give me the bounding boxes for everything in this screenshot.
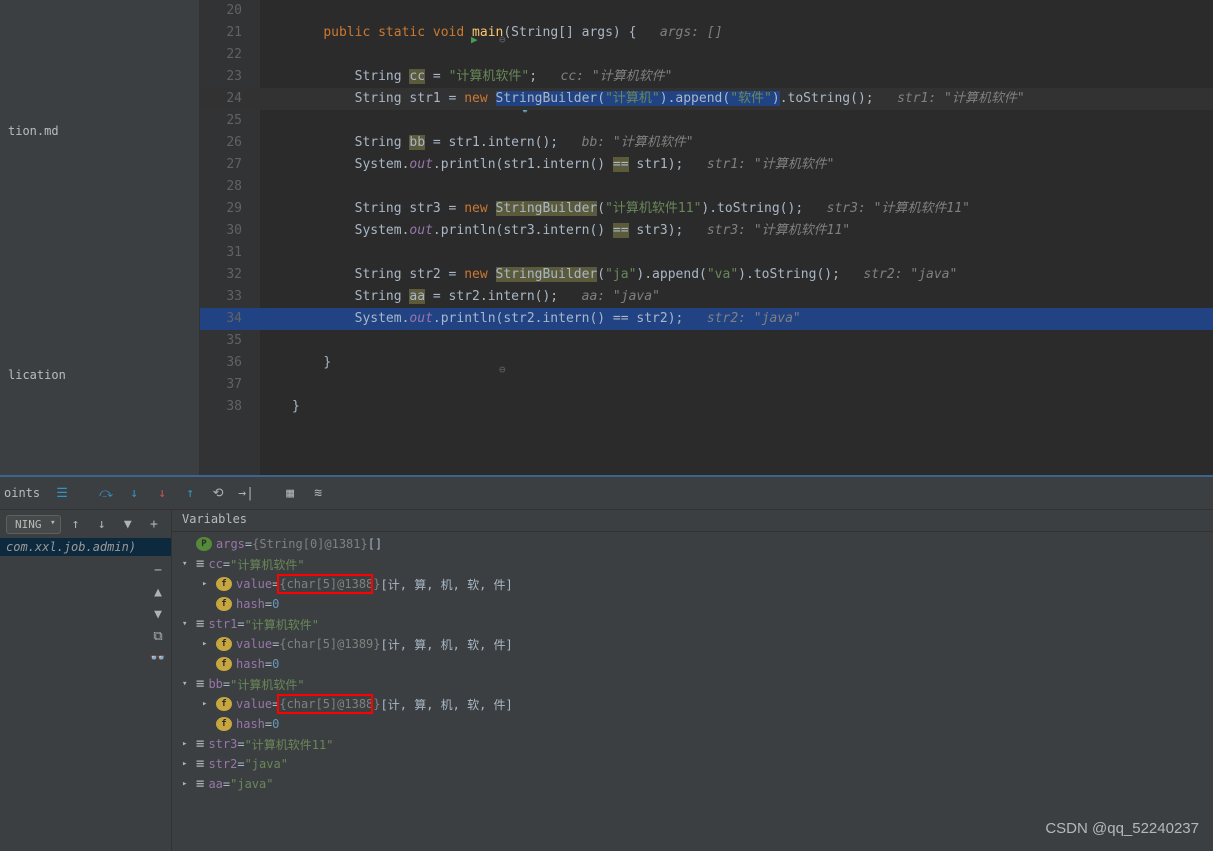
line-number[interactable]: 36 (200, 352, 260, 374)
field-icon: f (216, 597, 232, 611)
code-line[interactable] (260, 176, 1213, 198)
trace-icon[interactable]: ≋ (306, 481, 330, 505)
run-to-cursor-icon[interactable]: →| (234, 481, 258, 505)
code-line[interactable] (260, 0, 1213, 22)
force-step-into-icon[interactable]: ↓ (150, 481, 174, 505)
code-line[interactable] (260, 374, 1213, 396)
line-number[interactable]: 38 (200, 396, 260, 418)
sidebar-file-2[interactable]: lication (4, 366, 195, 384)
minus-icon[interactable]: − (148, 560, 168, 580)
debug-toolbar: oints ☰ ⤼ ↓ ↓ ↑ ⟲ →| ▦ ≋ (0, 477, 1213, 510)
code-line[interactable] (260, 44, 1213, 66)
watermark: CSDN @qq_52240237 (1045, 820, 1199, 837)
variable-row[interactable]: ▸fvalue = {char[5]@1388} [计, 算, 机, 软, 件] (172, 694, 1213, 714)
copy-icon[interactable]: ⧉ (148, 626, 168, 646)
layout-icon[interactable]: ☰ (50, 481, 74, 505)
line-number[interactable]: 24 (200, 88, 260, 110)
variable-row[interactable]: ▾≡str1 = "计算机软件" (172, 614, 1213, 634)
line-number[interactable]: 22 (200, 44, 260, 66)
line-gutter[interactable]: 20212223242526272829303132333435363738 (200, 0, 260, 475)
stack-frame[interactable]: com.xxl.job.admin) (0, 538, 171, 556)
evaluate-icon[interactable]: ▦ (278, 481, 302, 505)
equals-icon: ≡ (196, 676, 204, 692)
code-line[interactable]: System.out.println(str3.intern() == str3… (260, 220, 1213, 242)
equals-icon: ≡ (196, 736, 204, 752)
line-number[interactable]: 34 (200, 308, 260, 330)
line-number[interactable]: 31 (200, 242, 260, 264)
code-line[interactable]: } (260, 396, 1213, 418)
variable-row[interactable]: fhash = 0 (172, 714, 1213, 734)
line-number[interactable]: 32 (200, 264, 260, 286)
line-number[interactable]: 25 (200, 110, 260, 132)
field-icon: f (216, 717, 232, 731)
code-editor[interactable]: public static void main(String[] args) {… (260, 0, 1213, 475)
equals-icon: ≡ (196, 756, 204, 772)
step-out-icon[interactable]: ↑ (178, 481, 202, 505)
variable-row[interactable]: fhash = 0 (172, 654, 1213, 674)
variable-row[interactable]: ▸≡str2 = "java" (172, 754, 1213, 774)
line-number[interactable]: 29 (200, 198, 260, 220)
field-icon: f (216, 577, 232, 591)
frames-panel: NING ↑ ↓ ▼ + com.xxl.job.admin) − ▲ ▼ ⧉ … (0, 510, 172, 851)
field-icon: f (216, 657, 232, 671)
field-icon: f (216, 697, 232, 711)
variable-row[interactable]: ▾≡bb = "计算机软件" (172, 674, 1213, 694)
code-line[interactable]: String aa = str2.intern(); aa: "java" (260, 286, 1213, 308)
down-icon[interactable]: ▼ (148, 604, 168, 624)
line-number[interactable]: 33 (200, 286, 260, 308)
next-frame-icon[interactable]: ↓ (91, 512, 113, 536)
line-number[interactable]: 27 (200, 154, 260, 176)
variables-header: Variables (172, 510, 1213, 532)
sidebar-file-1[interactable]: tion.md (4, 122, 195, 140)
field-icon: f (216, 637, 232, 651)
filter-icon[interactable]: ▼ (117, 512, 139, 536)
glasses-icon[interactable]: 👓 (148, 648, 168, 668)
line-number[interactable]: 28 (200, 176, 260, 198)
step-into-icon[interactable]: ↓ (122, 481, 146, 505)
variable-row[interactable]: ▸fvalue = {char[5]@1389} [计, 算, 机, 软, 件] (172, 634, 1213, 654)
code-line[interactable]: String bb = str1.intern(); bb: "计算机软件" (260, 132, 1213, 154)
param-icon: P (196, 537, 212, 551)
equals-icon: ≡ (196, 556, 204, 572)
line-number[interactable]: 35 (200, 330, 260, 352)
debug-tab-label[interactable]: oints (4, 486, 46, 500)
equals-icon: ≡ (196, 616, 204, 632)
line-number[interactable]: 20 (200, 0, 260, 22)
equals-icon: ≡ (196, 776, 204, 792)
drop-frame-icon[interactable]: ⟲ (206, 481, 230, 505)
variables-panel: Variables Pargs = {String[0]@1381} []▾≡c… (172, 510, 1213, 851)
code-line[interactable]: String str3 = new StringBuilder("计算机软件11… (260, 198, 1213, 220)
code-line[interactable]: String cc = "计算机软件"; cc: "计算机软件" (260, 66, 1213, 88)
variable-row[interactable]: ▾≡cc = "计算机软件" (172, 554, 1213, 574)
code-line[interactable] (260, 110, 1213, 132)
code-line[interactable]: String str2 = new StringBuilder("ja").ap… (260, 264, 1213, 286)
line-number[interactable]: 26 (200, 132, 260, 154)
code-line[interactable]: System.out.println(str2.intern() == str2… (260, 308, 1213, 330)
prev-frame-icon[interactable]: ↑ (65, 512, 87, 536)
variable-row[interactable]: ▸≡aa = "java" (172, 774, 1213, 794)
add-icon[interactable]: + (143, 512, 165, 536)
line-number[interactable]: 37 (200, 374, 260, 396)
code-line[interactable] (260, 242, 1213, 264)
code-line[interactable] (260, 330, 1213, 352)
debug-panel: oints ☰ ⤼ ↓ ↓ ↑ ⟲ →| ▦ ≋ NING ↑ ↓ ▼ + c (0, 477, 1213, 851)
line-number[interactable]: 23 (200, 66, 260, 88)
variable-row[interactable]: fhash = 0 (172, 594, 1213, 614)
up-icon[interactable]: ▲ (148, 582, 168, 602)
variable-row[interactable]: ▸≡str3 = "计算机软件11" (172, 734, 1213, 754)
line-number[interactable]: 21 (200, 22, 260, 44)
code-line[interactable]: String str1 = new StringBuilder("计算机").a… (260, 88, 1213, 110)
line-number[interactable]: 30 (200, 220, 260, 242)
code-line[interactable]: public static void main(String[] args) {… (260, 22, 1213, 44)
variable-row[interactable]: ▸fvalue = {char[5]@1388} [计, 算, 机, 软, 件] (172, 574, 1213, 594)
step-over-icon[interactable]: ⤼ (94, 481, 118, 505)
variable-row[interactable]: Pargs = {String[0]@1381} [] (172, 534, 1213, 554)
thread-dropdown[interactable]: NING (6, 515, 61, 534)
code-line[interactable]: System.out.println(str1.intern() == str1… (260, 154, 1213, 176)
code-line[interactable]: } (260, 352, 1213, 374)
project-sidebar[interactable]: tion.md lication (0, 0, 200, 475)
